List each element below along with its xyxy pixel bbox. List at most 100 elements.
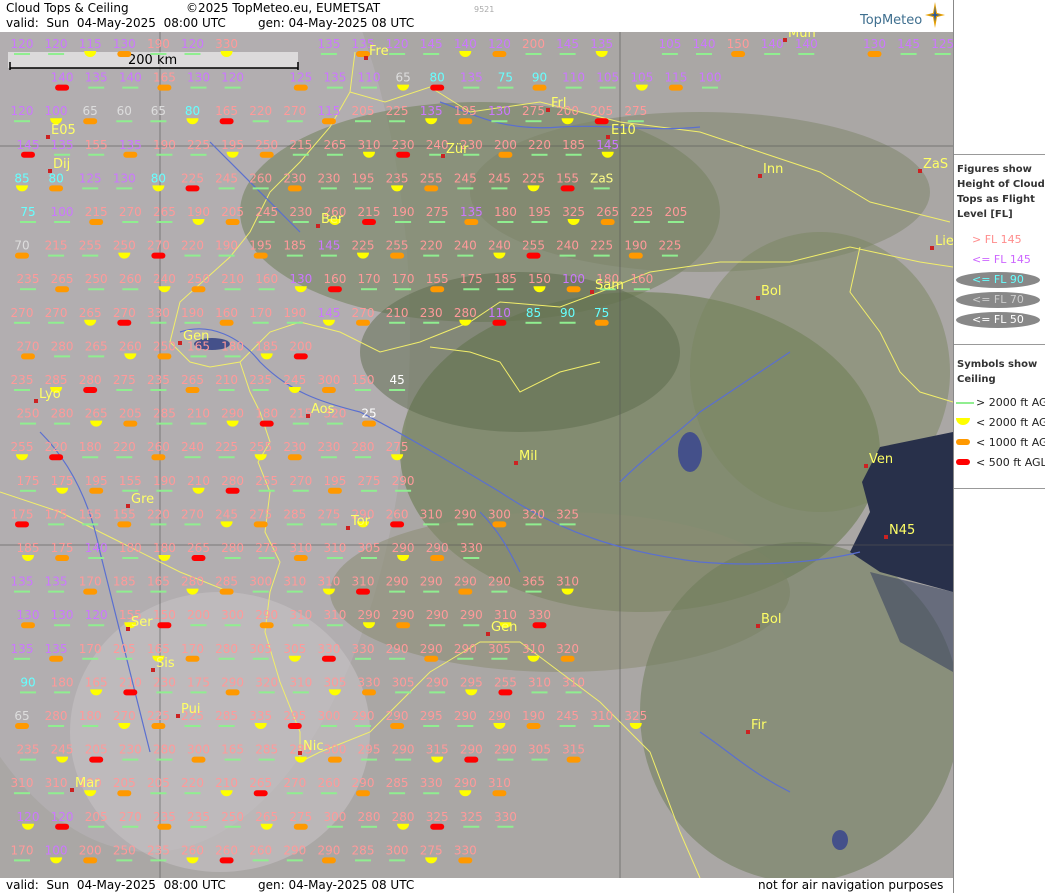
city-label: Sis <box>156 656 175 671</box>
fl-value: 135 <box>590 37 613 51</box>
city-label: ZaS <box>923 157 948 172</box>
fl-value: 265 <box>249 776 272 790</box>
topmeteo-logo: TopMeteo <box>860 13 923 28</box>
ceiling-symbol <box>566 286 581 293</box>
ceiling-symbol <box>430 823 445 830</box>
ceiling-symbol <box>21 353 35 360</box>
fl-value: 290 <box>358 608 381 622</box>
fl-value: 310 <box>556 575 579 589</box>
ceiling-symbol <box>157 353 172 360</box>
ceiling-symbol <box>532 622 547 629</box>
fl-value: 290 <box>420 642 443 656</box>
fl-value: 270 <box>113 306 136 320</box>
ceiling-symbol <box>560 185 575 192</box>
ceiling-symbol <box>219 118 234 125</box>
fl-value: 265 <box>323 138 346 152</box>
city-label: Ser <box>131 615 153 630</box>
ceiling-symbol <box>492 521 507 528</box>
ceiling-symbol <box>668 84 683 91</box>
fl-value: 250 <box>153 339 176 353</box>
fl-value: 160 <box>630 272 653 286</box>
fl-value: 170 <box>392 272 415 286</box>
footer: valid: Sun 04-May-2025 08:00 UTC gen: 04… <box>0 878 953 893</box>
fl-value: 230 <box>392 138 415 152</box>
fl-value: 175 <box>51 474 74 488</box>
ceiling-symbol <box>15 723 29 729</box>
fl-value: 185 <box>255 339 278 353</box>
city-marker <box>930 246 934 250</box>
city-label: Inn <box>763 162 783 177</box>
fl-value: 235 <box>147 843 170 857</box>
fl-value: 135 <box>11 575 34 589</box>
city-label: N45 <box>889 523 915 538</box>
fl-value: 270 <box>352 306 375 320</box>
city-label: Bol <box>761 284 781 299</box>
fl-value: 145 <box>317 239 340 253</box>
fl-value: 330 <box>420 776 443 790</box>
fl-value: 130 <box>113 171 136 185</box>
fl-value: 110 <box>488 306 511 320</box>
city-label: Sam <box>595 278 624 293</box>
city-marker <box>441 154 445 158</box>
city-marker <box>756 624 760 628</box>
fl-value: 260 <box>147 440 170 454</box>
ceiling-symbol <box>594 118 609 125</box>
ceiling-symbol <box>191 555 206 561</box>
ceiling-symbol <box>464 219 479 225</box>
fl-value: 290 <box>488 709 511 723</box>
fl-value: 125 <box>79 171 102 185</box>
fl-value: 280 <box>392 810 415 824</box>
fl-value: 250 <box>17 407 40 421</box>
ceiling-symbol <box>55 555 70 561</box>
fl-value: 330 <box>352 642 375 656</box>
ceiling-symbol <box>566 756 581 763</box>
fl-value: 280 <box>79 373 102 387</box>
ceiling-symbol <box>225 487 240 494</box>
city-marker <box>514 461 518 465</box>
fl-value: 75 <box>498 71 513 85</box>
ceiling-symbol <box>83 387 98 393</box>
fl-value: 135 <box>85 71 108 85</box>
fl-value: 300 <box>187 743 210 757</box>
fl-value: 270 <box>147 239 170 253</box>
fl-value: 290 <box>420 575 443 589</box>
fl-value: 280 <box>51 339 74 353</box>
fl-value: 330 <box>317 642 340 656</box>
legend-ceiling-item: > 2000 ft AGL <box>976 396 1045 409</box>
fl-value: 25 <box>361 407 376 421</box>
ceiling-symbol <box>55 823 70 830</box>
fl-value: 220 <box>181 239 204 253</box>
fl-value: 290 <box>460 608 483 622</box>
fl-value: 305 <box>358 541 381 555</box>
legend-fl-item: > FL 145 <box>972 233 1022 246</box>
fl-value: 80 <box>48 171 63 185</box>
fl-value: 155 <box>113 507 136 521</box>
fl-value: 280 <box>358 810 381 824</box>
fl-value: 135 <box>420 104 443 118</box>
fl-value: 190 <box>522 709 545 723</box>
fl-value: 115 <box>79 37 102 51</box>
fl-value: 275 <box>289 810 312 824</box>
ceiling-symbol <box>492 319 507 326</box>
fl-value: 135 <box>119 138 142 152</box>
city-label: Frl <box>551 96 567 111</box>
fl-value: 145 <box>556 37 579 51</box>
fl-value: 295 <box>460 675 483 689</box>
fl-value: 290 <box>317 843 340 857</box>
fl-value: 230 <box>420 306 443 320</box>
fl-value: 165 <box>147 642 170 656</box>
fl-value: 165 <box>221 743 244 757</box>
ceiling-symbol <box>327 487 342 494</box>
ceiling-symbol <box>123 689 138 696</box>
satellite-map[interactable]: 200 km 120 120 115 130 190 120 330 135 135 120 145… <box>0 32 953 878</box>
fl-value: 255 <box>386 239 409 253</box>
fl-value: 330 <box>147 306 170 320</box>
ceiling-symbol <box>225 689 240 696</box>
fl-value: 210 <box>386 306 409 320</box>
ceiling-symbol <box>731 51 746 57</box>
city-marker <box>606 135 610 139</box>
city-label: Aos <box>311 402 335 417</box>
ceiling-symbol <box>327 756 342 763</box>
ceiling-symbol <box>89 487 104 494</box>
fl-value: 135 <box>460 205 483 219</box>
